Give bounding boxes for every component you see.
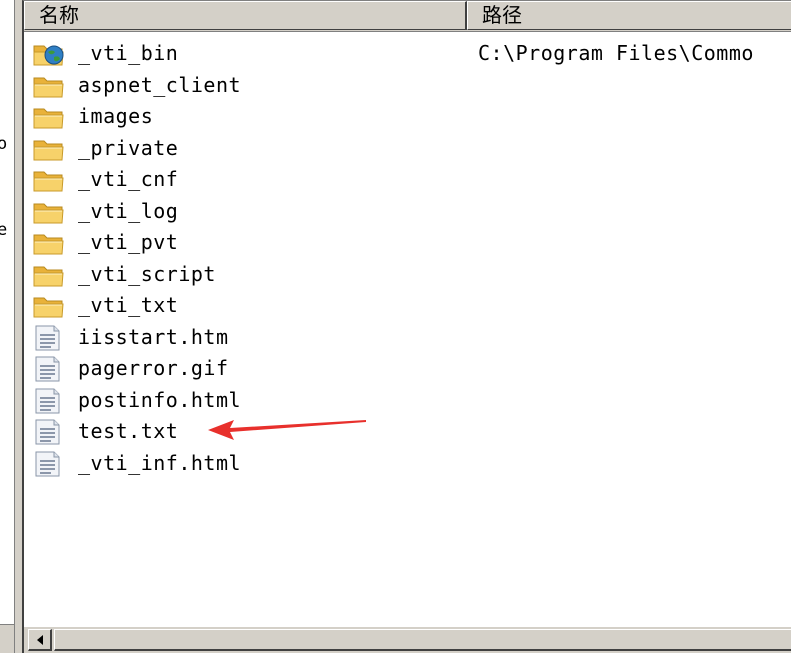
left-pane-text: e (0, 220, 7, 240)
folder-icon (32, 293, 66, 319)
pane-splitter[interactable] (15, 0, 22, 653)
folder-icon (32, 167, 66, 193)
list-item[interactable]: _vti_txt (24, 290, 791, 322)
item-name: _vti_txt (78, 293, 179, 317)
list-item[interactable]: _vti_inf.html (24, 448, 791, 480)
folder-icon (32, 230, 66, 256)
list-item[interactable]: postinfo.html (24, 385, 791, 417)
list-item[interactable]: _vti_script (24, 259, 791, 291)
document-icon (32, 451, 66, 477)
left-pane-scrollbar[interactable] (0, 624, 14, 653)
item-name: _vti_bin (78, 41, 179, 65)
item-name: images (78, 104, 154, 128)
globe-folder-icon (32, 41, 66, 67)
list-item[interactable]: images (24, 101, 791, 133)
item-name: aspnet_client (78, 72, 242, 97)
item-name: _vti_pvt (78, 230, 179, 254)
list-item[interactable]: pagerror.gif (24, 353, 791, 385)
list-item[interactable]: aspnet_client (24, 70, 791, 102)
item-name: _vti_inf.html (78, 450, 242, 475)
document-icon (32, 419, 66, 445)
red-arrow-annotation (208, 420, 366, 440)
document-icon (32, 325, 66, 351)
item-name: test.txt (78, 419, 179, 443)
column-header-path[interactable]: 路径 (467, 1, 791, 30)
file-list-view[interactable]: 名称 路径 _vti_bin C:\Program Files\Commo aspn… (22, 0, 791, 653)
item-name: iisstart.htm (78, 324, 229, 349)
folder-icon (32, 73, 66, 99)
scroll-left-button[interactable] (28, 629, 52, 651)
list-item[interactable]: _vti_log (24, 196, 791, 228)
left-pane-text: o (0, 134, 7, 154)
list-item[interactable]: _vti_bin C:\Program Files\Commo (24, 38, 791, 70)
folder-icon (32, 104, 66, 130)
file-list: _vti_bin C:\Program Files\Commo aspnet_cli… (24, 38, 791, 479)
scrollbar-thumb[interactable] (54, 629, 791, 651)
list-item[interactable]: iisstart.htm (24, 322, 791, 354)
document-icon (32, 388, 66, 414)
folder-icon (32, 262, 66, 288)
list-item[interactable]: test.txt (24, 416, 791, 448)
list-item[interactable]: _private (24, 133, 791, 165)
item-name: _vti_cnf (78, 167, 179, 191)
document-icon (32, 356, 66, 382)
triangle-left-icon (37, 635, 43, 645)
left-pane: o e (0, 0, 15, 653)
item-path: C:\Program Files\Commo (478, 41, 754, 65)
item-name: _private (78, 135, 179, 160)
column-header-bar: 名称 路径 (24, 1, 791, 32)
list-item[interactable]: _vti_cnf (24, 164, 791, 196)
item-name: pagerror.gif (78, 356, 229, 380)
list-item[interactable]: _vti_pvt (24, 227, 791, 259)
item-name: _vti_script (78, 261, 216, 286)
horizontal-scrollbar[interactable] (24, 626, 791, 653)
item-name: _vti_log (78, 198, 179, 223)
column-header-name[interactable]: 名称 (24, 1, 467, 30)
folder-icon (32, 136, 66, 162)
item-name: postinfo.html (78, 387, 242, 412)
folder-icon (32, 199, 66, 225)
